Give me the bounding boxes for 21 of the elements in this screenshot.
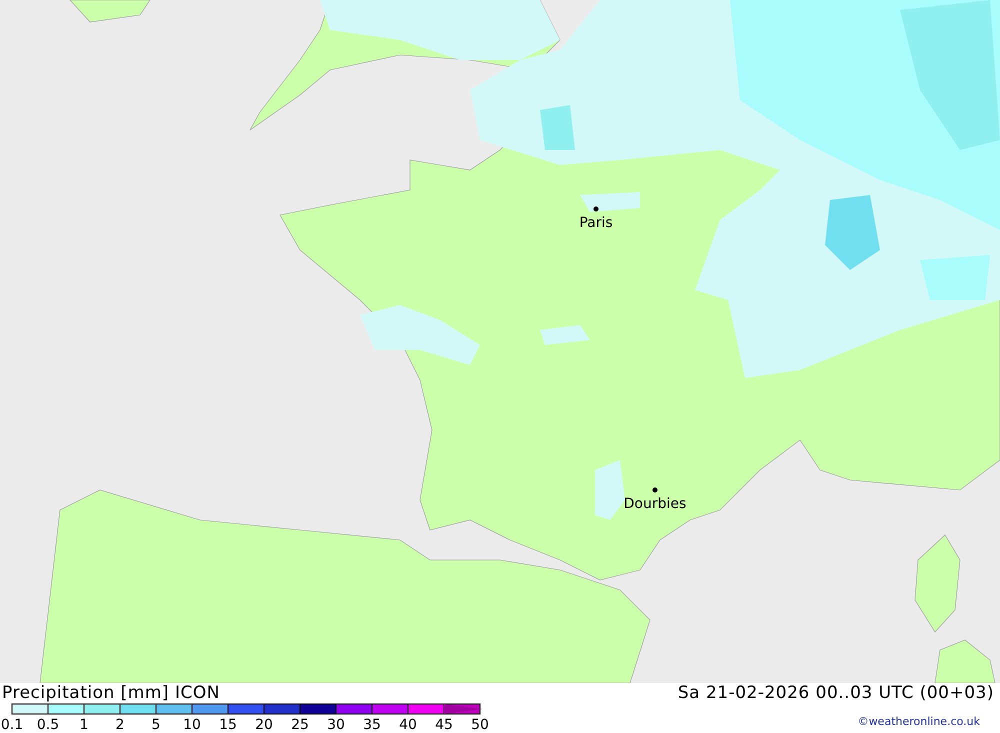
valid-time: Sa 21-02-2026 00..03 UTC (00+03) [678,683,994,703]
legend-label: 0.5 [36,717,60,733]
legend-label: 45 [435,717,453,733]
city-label: Paris [579,215,613,231]
city-marker-icon [594,206,598,212]
city-marker-icon [652,488,658,492]
legend-label: 20 [255,717,273,733]
legend-label: 25 [291,717,309,733]
legend-label: 2 [116,717,124,733]
legend-label: 50 [471,717,489,733]
legend-label: 1 [80,717,88,733]
legend-label: 30 [327,717,345,733]
legend-label: 35 [363,717,381,733]
legend-label: 15 [219,717,237,733]
copyright-link[interactable]: ©weatheronline.co.uk [858,715,980,728]
legend-label: 40 [399,717,417,733]
map-title: Precipitation [mm] ICON [2,683,220,703]
city-label: Dourbies [624,496,686,512]
legend-label: 5 [152,717,160,733]
legend-label: 0.1 [0,717,24,733]
legend-label: 10 [183,717,201,733]
